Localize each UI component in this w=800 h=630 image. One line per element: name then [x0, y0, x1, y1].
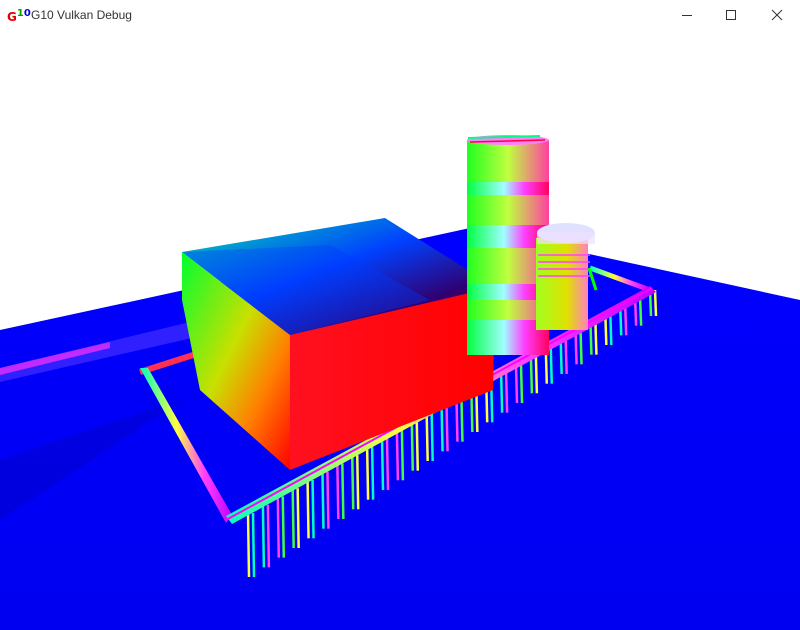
support-column: [281, 496, 286, 558]
support-column: [246, 512, 251, 578]
support-column: [341, 463, 345, 520]
maximize-button[interactable]: [708, 0, 754, 30]
support-column: [514, 364, 519, 404]
support-column: [365, 446, 370, 500]
support-column: [266, 504, 271, 568]
support-column: [251, 512, 256, 578]
support-column: [410, 422, 415, 471]
support-column: [291, 488, 295, 549]
support-column: [395, 430, 400, 481]
close-button[interactable]: [754, 0, 800, 30]
support-column: [311, 479, 315, 539]
minimize-icon: [682, 15, 692, 16]
support-column: [564, 339, 568, 375]
support-column: [321, 471, 325, 529]
support-column: [638, 298, 643, 326]
support-column: [579, 331, 583, 365]
support-column: [653, 289, 658, 317]
support-column: [574, 331, 578, 365]
support-column: [400, 430, 405, 481]
scene-render: [0, 135, 800, 630]
maximize-icon: [726, 10, 736, 20]
support-column: [534, 356, 539, 394]
close-icon: [771, 9, 783, 21]
support-column: [276, 496, 281, 558]
support-column: [499, 372, 504, 413]
support-column: [504, 372, 509, 413]
support-column: [440, 405, 444, 452]
small-tank: [536, 223, 595, 330]
support-column: [350, 455, 355, 510]
support-column: [336, 463, 340, 520]
support-column: [559, 339, 563, 375]
support-column: [380, 438, 385, 491]
support-column: [355, 455, 360, 510]
support-column: [460, 397, 464, 442]
support-column: [415, 422, 420, 471]
support-column: [519, 364, 524, 404]
support-column: [370, 446, 375, 500]
title-bar[interactable]: G 1 0 G10 Vulkan Debug: [0, 0, 800, 30]
support-column: [623, 306, 628, 336]
support-column: [549, 347, 554, 384]
support-column: [326, 471, 330, 529]
app-icon-letter-0: 0: [23, 8, 31, 19]
support-column: [261, 504, 266, 568]
support-column: [445, 405, 449, 452]
app-icon: G 1 0: [7, 7, 31, 24]
app-window: G 1 0 G10 Vulkan Debug: [0, 0, 800, 630]
render-viewport[interactable]: [0, 30, 800, 630]
support-column: [296, 488, 300, 549]
window-title: G10 Vulkan Debug: [31, 8, 132, 22]
support-column: [529, 356, 534, 394]
support-column: [306, 479, 310, 539]
minimize-button[interactable]: [664, 0, 710, 30]
support-column: [430, 413, 434, 462]
support-column: [425, 413, 429, 462]
app-icon-letter-1: 1: [16, 8, 24, 19]
app-icon-letter-g: G: [7, 10, 17, 24]
support-column: [385, 438, 390, 491]
support-column: [594, 322, 598, 355]
support-column: [609, 314, 613, 346]
